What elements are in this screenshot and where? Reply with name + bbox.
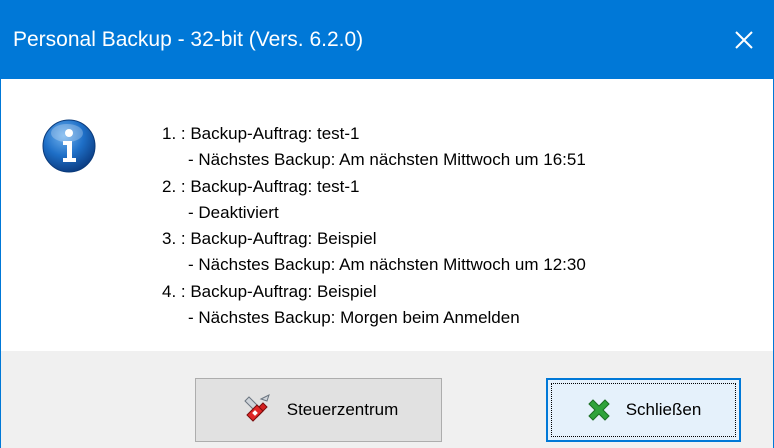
focus-ring <box>551 383 736 437</box>
swiss-knife-icon <box>239 393 273 427</box>
job-2-title: 2. : Backup-Auftrag: test-1 <box>162 176 360 196</box>
steuerzentrum-button[interactable]: Steuerzentrum <box>195 378 442 442</box>
info-icon <box>42 119 96 173</box>
close-button[interactable] <box>715 1 773 79</box>
title-bar[interactable]: Personal Backup - 32-bit (Vers. 6.2.0) <box>1 1 773 79</box>
job-1-status: - Nächstes Backup: Am nächsten Mittwoch … <box>188 150 586 170</box>
job-2-status: - Deaktiviert <box>188 202 279 222</box>
window-title: Personal Backup - 32-bit (Vers. 6.2.0) <box>13 28 364 51</box>
steuerzentrum-label: Steuerzentrum <box>286 400 399 419</box>
backup-dialog: Personal Backup - 32-bit (Vers. 6.2.0) 1… <box>0 0 774 448</box>
job-3-title: 3. : Backup-Auftrag: Beispiel <box>162 229 377 249</box>
job-3-status: - Nächstes Backup: Am nächsten Mittwoch … <box>188 255 586 275</box>
schliessen-button[interactable]: Schließen <box>546 378 741 442</box>
job-1-title: 1. : Backup-Auftrag: test-1 <box>162 124 360 143</box>
job-4-title: 4. : Backup-Auftrag: Beispiel <box>162 281 377 301</box>
backup-job-list: 1. : Backup-Auftrag: test-1 - Nächstes B… <box>162 121 762 331</box>
close-icon <box>735 31 753 49</box>
job-4-status: - Nächstes Backup: Morgen beim Anmelden <box>188 308 520 328</box>
